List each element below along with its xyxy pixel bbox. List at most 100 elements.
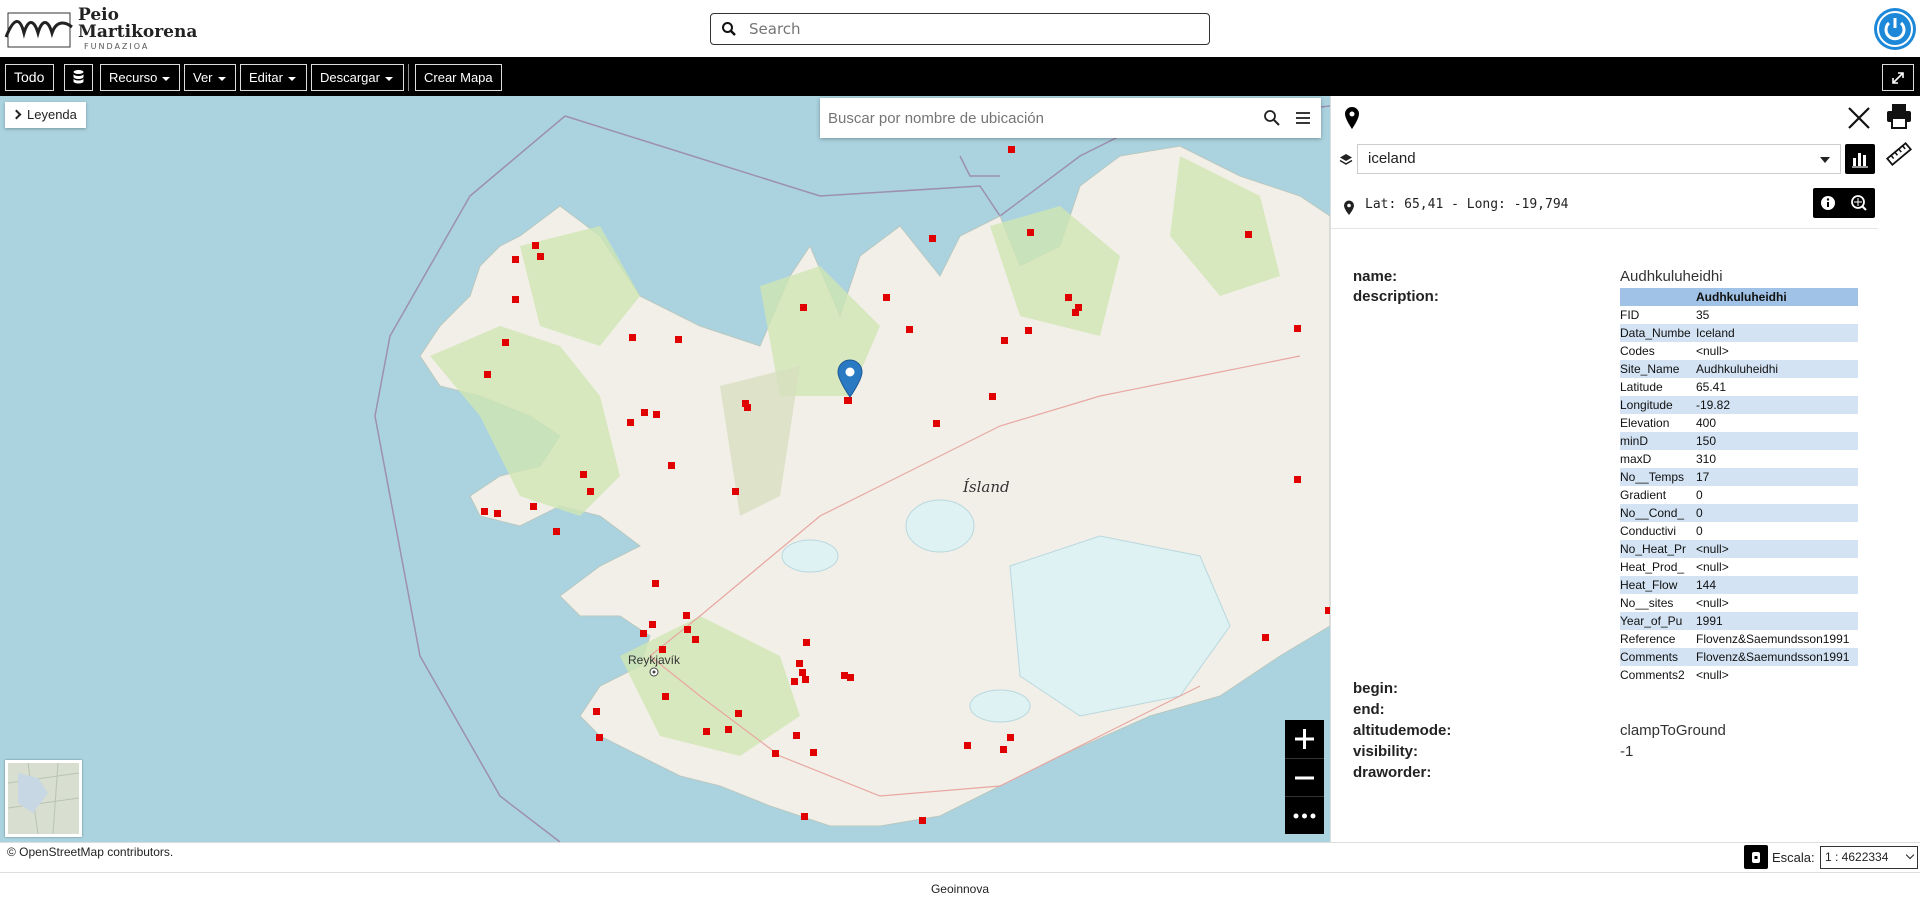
zoom-in-button[interactable]	[1285, 720, 1324, 758]
map-pin-icon[interactable]	[836, 358, 864, 398]
site-marker[interactable]	[629, 334, 636, 341]
site-marker[interactable]	[847, 674, 854, 681]
site-marker[interactable]	[989, 393, 996, 400]
site-marker[interactable]	[640, 630, 647, 637]
site-marker[interactable]	[1245, 231, 1252, 238]
logo[interactable]: Peio Martikorena FUNDAZIOA	[4, 7, 197, 51]
printer-icon[interactable]	[1885, 102, 1913, 130]
site-marker[interactable]	[530, 503, 537, 510]
site-marker[interactable]	[1008, 146, 1015, 153]
site-marker[interactable]	[725, 726, 732, 733]
site-marker[interactable]	[703, 728, 710, 735]
site-marker[interactable]	[1072, 309, 1079, 316]
site-marker[interactable]	[810, 749, 817, 756]
site-marker[interactable]	[803, 639, 810, 646]
fullscreen-button[interactable]	[1882, 64, 1914, 91]
location-search[interactable]	[820, 98, 1321, 138]
site-marker[interactable]	[883, 294, 890, 301]
site-marker[interactable]	[964, 742, 971, 749]
map-marker-icon[interactable]	[1343, 106, 1361, 130]
site-marker[interactable]	[1294, 476, 1301, 483]
site-marker[interactable]	[537, 253, 544, 260]
resource-menu-label: Recurso	[109, 70, 158, 85]
location-search-input[interactable]	[828, 107, 1228, 129]
site-marker[interactable]	[553, 528, 560, 535]
resource-menu[interactable]: Recurso	[100, 64, 180, 91]
overview-minimap[interactable]	[5, 760, 82, 837]
view-menu[interactable]: Ver	[184, 64, 236, 91]
site-marker[interactable]	[652, 580, 659, 587]
info-button[interactable]	[1813, 188, 1843, 218]
site-marker[interactable]	[1294, 325, 1301, 332]
zoom-out-button[interactable]	[1285, 758, 1324, 796]
site-marker[interactable]	[1001, 337, 1008, 344]
site-marker[interactable]	[627, 419, 634, 426]
site-marker[interactable]	[684, 626, 691, 633]
map-canvas[interactable]	[0, 96, 1330, 842]
site-marker[interactable]	[484, 371, 491, 378]
site-marker[interactable]	[532, 242, 539, 249]
layers-button[interactable]	[64, 64, 93, 91]
site-marker[interactable]	[1262, 634, 1269, 641]
create-map-button[interactable]: Crear Mapa	[415, 64, 502, 91]
all-button[interactable]: Todo	[5, 64, 54, 91]
site-marker[interactable]	[683, 612, 690, 619]
site-marker[interactable]	[481, 508, 488, 515]
site-marker[interactable]	[1000, 746, 1007, 753]
site-marker[interactable]	[1027, 229, 1034, 236]
site-marker-selected[interactable]	[845, 397, 852, 404]
site-marker[interactable]	[1007, 734, 1014, 741]
site-marker[interactable]	[587, 488, 594, 495]
site-marker[interactable]	[732, 488, 739, 495]
site-marker[interactable]	[662, 693, 669, 700]
site-marker[interactable]	[933, 420, 940, 427]
site-marker[interactable]	[641, 409, 648, 416]
download-menu[interactable]: Descargar	[311, 64, 404, 91]
site-marker[interactable]	[653, 411, 660, 418]
site-marker[interactable]	[735, 710, 742, 717]
site-marker[interactable]	[649, 621, 656, 628]
close-icon[interactable]	[1847, 106, 1871, 130]
site-marker[interactable]	[800, 304, 807, 311]
site-marker[interactable]	[512, 256, 519, 263]
search-icon[interactable]	[1263, 109, 1281, 127]
site-marker[interactable]	[596, 734, 603, 741]
site-marker[interactable]	[512, 296, 519, 303]
site-marker[interactable]	[668, 462, 675, 469]
edit-menu[interactable]: Editar	[240, 64, 307, 91]
zoom-to-feature-button[interactable]	[1843, 188, 1875, 218]
site-marker[interactable]	[744, 404, 751, 411]
site-marker[interactable]	[1065, 294, 1072, 301]
site-marker[interactable]	[772, 750, 779, 757]
site-marker[interactable]	[802, 676, 809, 683]
site-marker[interactable]	[593, 708, 600, 715]
site-marker[interactable]	[692, 636, 699, 643]
site-marker[interactable]	[799, 669, 806, 676]
scale-select[interactable]: 1 : 4622334	[1820, 846, 1918, 869]
site-marker[interactable]	[793, 732, 800, 739]
more-options-button[interactable]	[1285, 796, 1324, 834]
site-marker[interactable]	[1025, 327, 1032, 334]
ruler-icon[interactable]	[1885, 140, 1913, 168]
global-search[interactable]	[710, 13, 1210, 45]
site-marker[interactable]	[502, 339, 509, 346]
site-marker[interactable]	[796, 660, 803, 667]
site-marker[interactable]	[580, 471, 587, 478]
site-marker[interactable]	[801, 813, 808, 820]
site-marker[interactable]	[494, 510, 501, 517]
layer-stats-button[interactable]	[1845, 144, 1875, 174]
site-marker[interactable]	[659, 646, 666, 653]
site-marker[interactable]	[906, 326, 913, 333]
global-search-input[interactable]	[749, 18, 1199, 40]
site-marker[interactable]	[919, 817, 926, 824]
map-view[interactable]: Ísland Reykjavík Leyenda	[0, 96, 1330, 842]
site-marker[interactable]	[791, 678, 798, 685]
menu-icon[interactable]	[1294, 109, 1312, 127]
scale-lock-button[interactable]	[1744, 845, 1768, 869]
panel-divider	[1331, 228, 1879, 229]
site-marker[interactable]	[929, 235, 936, 242]
layer-select[interactable]: iceland	[1357, 144, 1841, 174]
power-button[interactable]	[1874, 8, 1916, 50]
site-marker[interactable]	[675, 336, 682, 343]
legend-toggle[interactable]: Leyenda	[5, 102, 86, 128]
